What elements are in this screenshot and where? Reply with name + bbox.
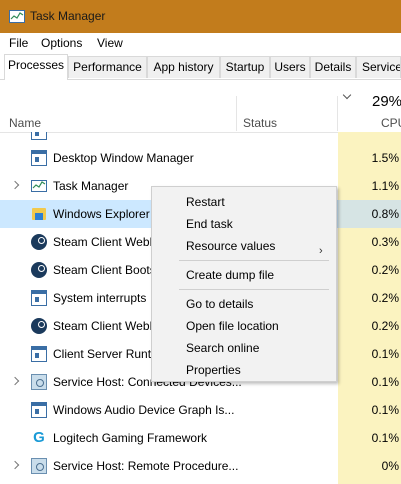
menu-separator: [179, 289, 329, 290]
menu-file[interactable]: File: [9, 36, 28, 50]
process-name: System interrupts: [53, 291, 147, 305]
process-cpu: 0.2%: [371, 291, 399, 305]
window-icon: [31, 290, 47, 306]
expand-chevron-icon[interactable]: [10, 460, 20, 470]
process-cpu: 1.1%: [371, 179, 399, 193]
title-bar[interactable]: Task Manager: [0, 0, 401, 33]
menu-bar: File Options View: [0, 33, 401, 53]
expand-chevron-icon[interactable]: [10, 180, 20, 190]
process-name: Steam Client WebH: [53, 319, 159, 333]
submenu-arrow-icon: ›: [319, 245, 323, 257]
menu-item-create-dump-file[interactable]: Create dump file: [186, 268, 274, 282]
process-name: Steam Client WebH: [53, 235, 159, 249]
table-row[interactable]: Desktop Window Manager 1.5%: [0, 144, 401, 172]
tab-startup[interactable]: Startup: [220, 56, 270, 78]
menu-item-restart[interactable]: Restart: [186, 195, 225, 209]
menu-options[interactable]: Options: [41, 36, 82, 50]
table-row[interactable]: Service Host: Remote Procedure... 0%: [0, 452, 401, 480]
process-cpu: 0.2%: [371, 319, 399, 333]
process-cpu: 0.8%: [371, 207, 399, 221]
gear-icon: [31, 374, 47, 390]
window-icon: [31, 346, 47, 362]
tab-strip: Processes Performance App history Startu…: [0, 53, 401, 80]
menu-item-end-task[interactable]: End task: [186, 217, 233, 231]
process-cpu: 0.1%: [371, 375, 399, 389]
steam-icon: [31, 262, 47, 278]
column-separator: [236, 96, 237, 131]
column-header-row: Name Status 29% CPU: [0, 80, 401, 133]
tab-users[interactable]: Users: [270, 56, 310, 78]
folder-icon: [31, 206, 47, 222]
window-icon: [31, 150, 47, 166]
process-name: Client Server Runti: [53, 347, 154, 361]
sort-chevron-icon: [342, 90, 352, 100]
menu-view[interactable]: View: [97, 36, 123, 50]
process-cpu: 1.5%: [371, 151, 399, 165]
process-cpu: 0%: [381, 459, 399, 473]
table-row[interactable]: Windows Audio Device Graph Is... 0.1%: [0, 396, 401, 424]
cpu-total-percent: 29%: [372, 93, 401, 110]
column-status[interactable]: Status: [243, 116, 277, 130]
table-row-partial[interactable]: [0, 132, 401, 144]
menu-item-properties[interactable]: Properties: [186, 363, 241, 377]
task-manager-icon: [31, 180, 47, 192]
tab-performance[interactable]: Performance: [68, 56, 147, 78]
process-cpu: 0.1%: [371, 403, 399, 417]
column-separator: [337, 96, 338, 131]
process-cpu: 0.1%: [371, 431, 399, 445]
process-name: Service Host: Remote Procedure...: [53, 459, 239, 473]
column-name[interactable]: Name: [9, 116, 41, 130]
steam-icon: [31, 318, 47, 334]
task-manager-icon: [9, 10, 25, 23]
menu-item-search-online[interactable]: Search online: [186, 341, 259, 355]
tab-services[interactable]: Service: [356, 56, 401, 78]
menu-separator: [179, 260, 329, 261]
window-title: Task Manager: [30, 9, 106, 23]
window-icon: [31, 402, 47, 418]
process-name: Desktop Window Manager: [53, 151, 194, 165]
table-row[interactable]: G Logitech Gaming Framework 0.1%: [0, 424, 401, 452]
process-cpu: 0.1%: [371, 347, 399, 361]
process-name: Task Manager: [53, 179, 129, 193]
tab-processes[interactable]: Processes: [4, 54, 68, 80]
menu-item-resource-values[interactable]: Resource values: [186, 239, 275, 253]
process-name: Windows Audio Device Graph Is...: [53, 403, 235, 417]
tab-details[interactable]: Details: [310, 56, 356, 78]
gear-icon: [31, 458, 47, 474]
process-cpu: 0.2%: [371, 263, 399, 277]
menu-item-open-file-location[interactable]: Open file location: [186, 319, 279, 333]
process-name: Logitech Gaming Framework: [53, 431, 208, 445]
tab-app-history[interactable]: App history: [147, 56, 220, 78]
steam-icon: [31, 234, 47, 250]
logitech-icon: G: [33, 429, 45, 446]
context-menu: Restart End task Resource values › Creat…: [151, 186, 337, 382]
expand-chevron-icon[interactable]: [10, 376, 20, 386]
process-cpu: 0.3%: [371, 235, 399, 249]
process-name: Windows Explorer: [53, 207, 150, 221]
process-name: Steam Client Boots: [53, 263, 156, 277]
window-icon: [31, 132, 47, 140]
menu-item-go-to-details[interactable]: Go to details: [186, 297, 253, 311]
column-cpu[interactable]: CPU: [381, 116, 401, 130]
